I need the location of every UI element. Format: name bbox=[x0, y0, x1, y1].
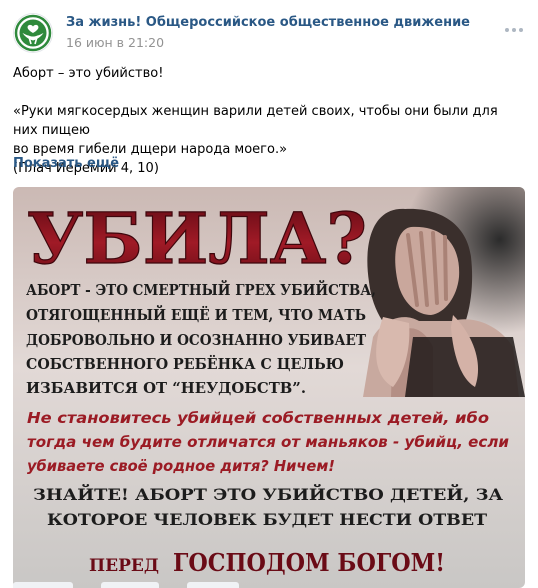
poster-footer-prefix: ПЕРЕД bbox=[89, 556, 159, 576]
comment-button[interactable] bbox=[101, 582, 159, 588]
post-text-spacer bbox=[13, 83, 523, 102]
abortion-poster-image: УБИЛА? АБОРТ - ЭТО СМЕРТНЫЙ ГРЕХ УБИЙСТВ… bbox=[13, 187, 525, 588]
share-button[interactable] bbox=[187, 582, 239, 588]
like-button[interactable] bbox=[13, 582, 73, 588]
poster-footer-main: ГОСПОДОМ БОГОМ! bbox=[173, 548, 445, 577]
post-image[interactable]: УБИЛА? АБОРТ - ЭТО СМЕРТНЫЙ ГРЕХ УБИЙСТВ… bbox=[13, 187, 525, 588]
post-text-line: Аборт – это убийство! bbox=[13, 66, 164, 81]
poster-block3-line: КОТОРОЕ ЧЕЛОВЕК БУДЕТ НЕСТИ ОТВЕТ bbox=[47, 510, 487, 529]
hands-heart-logo-icon bbox=[14, 14, 52, 52]
poster-block3-line: ЗНАЙТЕ! АБОРТ ЭТО УБИЙСТВО ДЕТЕЙ, ЗА bbox=[33, 483, 503, 504]
poster-block1-line: СОБСТВЕННОГО РЕБЁНКА С ЦЕЛЬЮ bbox=[26, 354, 344, 373]
poster-block1-line: ИЗБАВИТСЯ ОТ “НЕУДОБСТВ”. bbox=[26, 379, 306, 397]
poster-block1-line: АБОРТ - ЭТО СМЕРТНЫЙ ГРЕХ УБИЙСТВА, bbox=[26, 280, 376, 299]
post-author-link[interactable]: За жизнь! Общероссийское общественное дв… bbox=[66, 15, 470, 30]
poster-block2-line: тогда чем будите отличатся от маньяков -… bbox=[27, 433, 509, 451]
post-date[interactable]: 16 июн в 21:20 bbox=[66, 35, 164, 50]
post-header: За жизнь! Общероссийское общественное дв… bbox=[13, 13, 525, 53]
more-horizontal-icon[interactable] bbox=[505, 23, 525, 37]
poster-block2-line: убиваете своё родное дитя? Ничем! bbox=[27, 457, 335, 475]
poster-block1-line: ДОБРОВОЛЬНО И ОСОЗНАННО УБИВАЕТ bbox=[26, 331, 367, 349]
post-quote-line: «Руки мягкосердых женщин варили детей св… bbox=[13, 104, 498, 138]
community-avatar[interactable] bbox=[13, 13, 53, 53]
show-more-link[interactable]: Показать ещё bbox=[13, 156, 119, 171]
poster-block1-line: ОТЯГОЩЕННЫЙ ЕЩЁ И ТЕМ, ЧТО МАТЬ bbox=[26, 305, 366, 324]
poster-headline: УБИЛА? bbox=[27, 197, 367, 280]
post-actions-bar bbox=[13, 582, 313, 588]
poster-block2-line: Не становитесь убийцей собственных детей… bbox=[27, 409, 489, 427]
